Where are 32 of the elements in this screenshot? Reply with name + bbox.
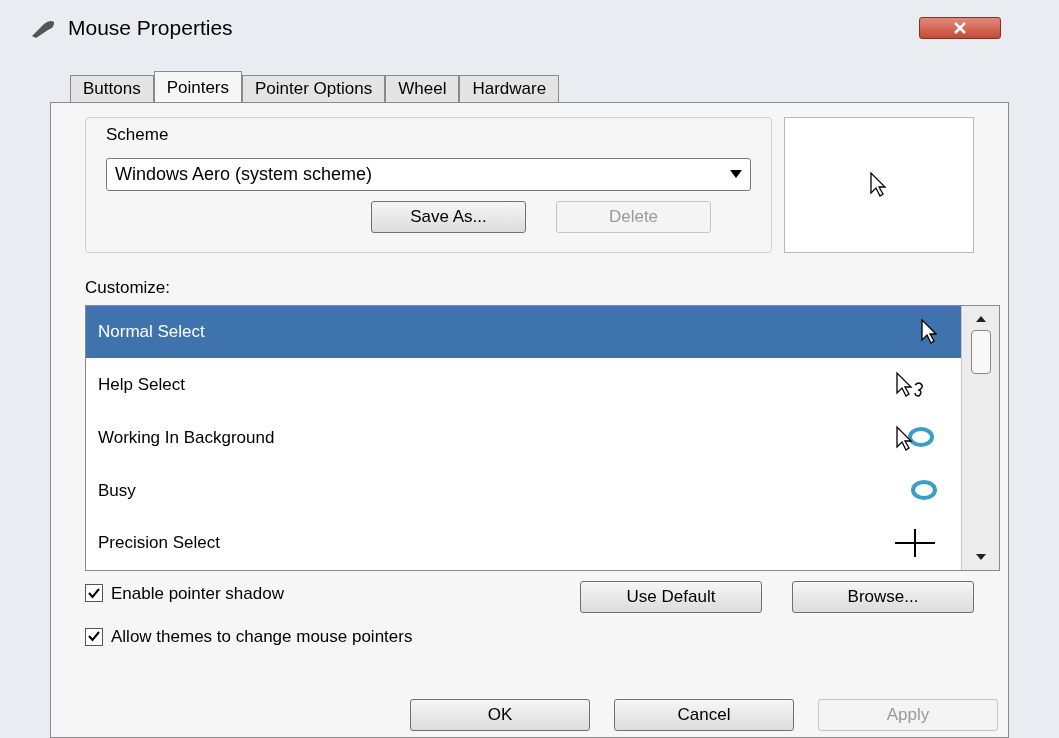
window-title: Mouse Properties <box>68 15 233 42</box>
scroll-down-icon <box>975 553 986 560</box>
tab[interactable]: Buttons <box>70 75 154 102</box>
group-label: Scheme <box>106 124 170 146</box>
close-button[interactable] <box>919 17 1001 39</box>
tab[interactable]: Pointers <box>153 71 243 103</box>
checkbox-label: Allow themes to change mouse pointers <box>111 626 413 648</box>
checkmark-icon <box>88 587 100 599</box>
scrollbar[interactable] <box>961 305 999 570</box>
list-item[interactable]: Precision Select <box>86 516 961 570</box>
dropdown-arrow-icon <box>730 170 742 178</box>
dialog-button[interactable]: OK <box>410 699 590 731</box>
dialog-button[interactable]: Browse... <box>792 580 974 613</box>
tab[interactable]: Wheel <box>385 75 460 102</box>
list-item[interactable]: Normal Select <box>86 305 961 359</box>
tab[interactable]: Hardware <box>459 75 560 102</box>
checkbox-label: Enable pointer shadow <box>111 582 284 605</box>
list-item[interactable]: Working In Background <box>86 411 961 464</box>
checkbox[interactable] <box>85 627 103 646</box>
scrollbar-thumb[interactable] <box>970 329 991 374</box>
tab[interactable]: Pointer Options <box>242 75 386 102</box>
scheme-dropdown[interactable]: Windows Aero (system scheme) <box>106 157 751 191</box>
checkmark-icon <box>88 631 100 643</box>
checkbox[interactable] <box>85 584 103 603</box>
scroll-up-icon <box>975 315 986 322</box>
list-item[interactable]: Help Select <box>86 358 961 412</box>
customize-label: Customize: <box>85 277 172 299</box>
dialog-button[interactable]: Use Default <box>580 580 762 613</box>
dialog-button[interactable]: Save As... <box>371 200 526 233</box>
list-item[interactable]: Busy <box>86 463 961 517</box>
dialog-button[interactable]: Cancel <box>614 699 794 731</box>
close-icon <box>953 22 967 34</box>
